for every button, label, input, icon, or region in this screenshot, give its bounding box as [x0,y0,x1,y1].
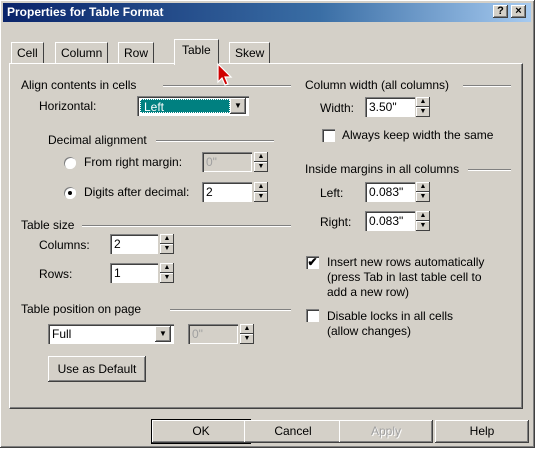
tab-cell[interactable]: Cell [11,42,44,63]
spin-down-icon[interactable]: ▼ [254,192,268,202]
position-selected-value: Full [52,327,72,341]
mouse-cursor-icon [217,62,233,86]
spin-up-icon[interactable]: ▲ [160,263,174,273]
disable-locks-label-2: (allow changes) [327,324,412,338]
spin-up-icon[interactable]: ▲ [160,234,174,244]
tab-row[interactable]: Row [118,42,155,63]
left-margin-label: Left: [320,186,344,200]
use-as-default-button[interactable]: Use as Default [48,356,146,382]
tab-table[interactable]: Table [174,39,219,65]
tab-column[interactable]: Column [55,42,109,63]
position-offset-spinner[interactable]: ▲ ▼ [240,324,254,344]
insert-rows-label-2: (press Tab in last table cell to [327,270,482,284]
spin-down-icon[interactable]: ▼ [254,162,268,172]
width-input[interactable]: 3.50" [365,97,415,117]
column-width-group-line [463,85,511,87]
tab-skew[interactable]: Skew [229,42,271,63]
cancel-button[interactable]: Cancel [244,420,342,443]
digits-input[interactable]: 2 [202,182,252,202]
rows-label: Rows: [39,267,73,281]
column-width-group-label: Column width (all columns) [305,78,450,92]
right-margin-input[interactable]: 0.083" [365,211,415,231]
disable-locks-label-1: Disable locks in all cells [327,309,454,323]
spin-up-icon[interactable]: ▲ [254,152,268,162]
keep-width-label: Always keep width the same [342,128,494,142]
table-position-group-line [170,309,291,311]
close-title-button[interactable]: × [511,5,526,18]
from-right-label: From right margin: [84,155,183,169]
spin-up-icon[interactable]: ▲ [416,97,430,107]
left-margin-input[interactable]: 0.083" [365,182,415,202]
from-right-radio[interactable] [64,157,76,169]
horizontal-select[interactable]: Left ▼ [137,96,249,116]
rows-input[interactable]: 1 [110,263,158,283]
inside-margins-group-label: Inside margins in all columns [305,162,460,176]
table-size-group-label: Table size [21,218,75,232]
left-margin-spinner[interactable]: ▲ ▼ [416,182,430,202]
help-button[interactable]: Help [435,420,529,443]
digits-label: Digits after decimal: [84,185,190,199]
spin-down-icon[interactable]: ▼ [416,107,430,117]
spin-up-icon[interactable]: ▲ [416,182,430,192]
spin-down-icon[interactable]: ▼ [160,273,174,283]
from-right-input[interactable]: 0" [202,152,252,172]
spin-up-icon[interactable]: ▲ [254,182,268,192]
checkmark-icon: ✔ [307,255,318,269]
columns-spinner[interactable]: ▲ ▼ [160,234,174,254]
align-group-label: Align contents in cells [21,78,137,92]
ok-button[interactable]: OK [151,419,251,444]
insert-rows-checkbox[interactable]: ✔ [306,256,319,269]
rows-spinner[interactable]: ▲ ▼ [160,263,174,283]
position-offset-input[interactable]: 0" [188,324,238,344]
columns-input[interactable]: 2 [110,234,158,254]
properties-dialog: Properties for Table Format ? × Cell Col… [0,0,535,448]
decimal-group-label: Decimal alignment [48,133,147,147]
horizontal-selected-value: Left [140,99,230,114]
table-position-group-label: Table position on page [21,302,142,316]
position-select[interactable]: Full ▼ [48,324,174,344]
decimal-group-line [156,140,274,142]
spin-up-icon[interactable]: ▲ [416,211,430,221]
columns-label: Columns: [39,238,90,252]
spin-down-icon[interactable]: ▼ [240,334,254,344]
digits-spinner[interactable]: ▲ ▼ [254,182,268,202]
insert-rows-label-3: add a new row) [327,285,410,299]
inside-margins-group-line [468,169,511,171]
apply-button[interactable]: Apply [339,420,433,443]
from-right-spinner[interactable]: ▲ ▼ [254,152,268,172]
table-size-group-line [82,225,291,227]
disable-locks-checkbox[interactable] [306,309,319,322]
horizontal-label: Horizontal: [39,99,97,113]
right-margin-spinner[interactable]: ▲ ▼ [416,211,430,231]
keep-width-checkbox[interactable] [322,129,335,142]
horizontal-dropdown-icon[interactable]: ▼ [230,98,246,114]
help-title-button[interactable]: ? [493,5,508,18]
title-bar: Properties for Table Format ? × [3,3,531,22]
position-dropdown-icon[interactable]: ▼ [155,326,171,342]
spin-up-icon[interactable]: ▲ [240,324,254,334]
window-title: Properties for Table Format [7,5,164,19]
digits-radio[interactable] [64,187,76,199]
width-spinner[interactable]: ▲ ▼ [416,97,430,117]
insert-rows-label-1: Insert new rows automatically [327,255,485,269]
radio-selected-dot [68,191,72,195]
right-margin-label: Right: [320,215,352,229]
width-label: Width: [320,101,355,115]
spin-down-icon[interactable]: ▼ [416,221,430,231]
spin-down-icon[interactable]: ▼ [416,192,430,202]
spin-down-icon[interactable]: ▼ [160,244,174,254]
